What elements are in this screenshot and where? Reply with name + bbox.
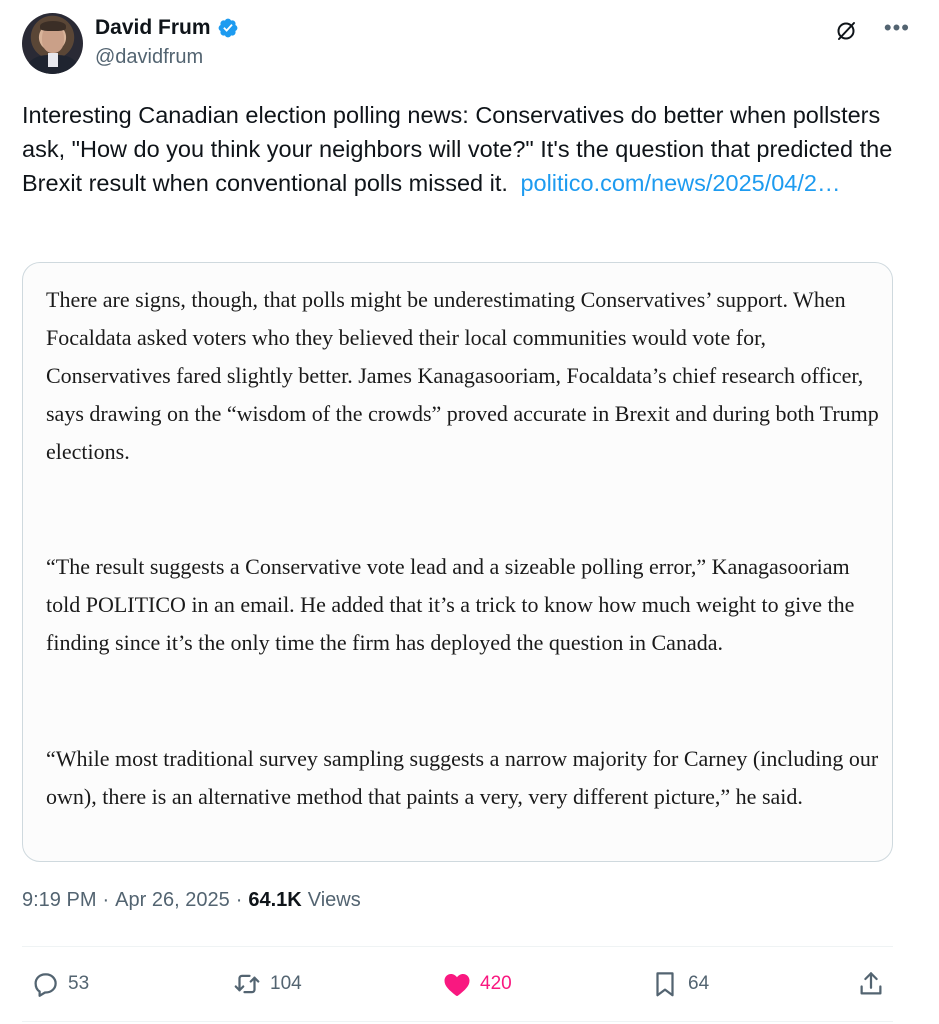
repost-button[interactable]: 104	[232, 964, 302, 1004]
tweet-time[interactable]: 9:19 PM	[22, 889, 96, 912]
like-button[interactable]: 420	[442, 964, 512, 1004]
like-icon	[442, 969, 472, 999]
grok-icon[interactable]	[834, 19, 858, 43]
divider	[22, 946, 893, 947]
reply-button[interactable]: 53	[30, 964, 89, 1004]
tweet-meta: 9:19 PM · Apr 26, 2025 · 64.1K Views	[22, 889, 361, 912]
share-button[interactable]	[856, 964, 886, 1004]
like-count: 420	[480, 973, 512, 994]
tweet-link[interactable]: politico.com/news/2025/04/2…	[520, 170, 840, 196]
quoted-article-image[interactable]: There are signs, though, that polls migh…	[22, 262, 893, 862]
meta-separator: ·	[102, 889, 110, 911]
share-icon	[856, 969, 886, 999]
meta-separator: ·	[235, 889, 243, 911]
handle[interactable]: @davidfrum	[95, 46, 203, 69]
views-label: Views	[307, 889, 361, 911]
bookmark-count: 64	[688, 973, 710, 994]
avatar[interactable]	[22, 13, 83, 74]
reply-count: 53	[68, 973, 90, 994]
tweet-date[interactable]: Apr 26, 2025	[115, 889, 230, 912]
quote-paragraph: “The result suggests a Conservative vote…	[46, 554, 855, 655]
tweet-text: Interesting Canadian election polling ne…	[22, 98, 902, 200]
views-count: 64.1K	[248, 889, 302, 911]
quote-paragraph: “While most traditional survey sampling …	[46, 746, 879, 809]
bookmark-button[interactable]: 64	[650, 964, 709, 1004]
repost-count: 104	[270, 973, 302, 994]
reply-icon	[30, 969, 60, 999]
author-name-row: David Frum	[95, 16, 239, 40]
quote-paragraph: There are signs, though, that polls migh…	[46, 287, 879, 464]
display-name[interactable]: David Frum	[95, 16, 211, 40]
verified-badge-icon[interactable]	[217, 17, 239, 39]
repost-icon	[232, 969, 262, 999]
bookmark-icon	[650, 969, 680, 999]
more-icon[interactable]: •••	[884, 17, 910, 39]
tweet-header: David Frum @davidfrum •••	[22, 13, 922, 77]
divider	[22, 1021, 893, 1022]
action-bar: 53 104 420 64	[22, 964, 893, 1004]
